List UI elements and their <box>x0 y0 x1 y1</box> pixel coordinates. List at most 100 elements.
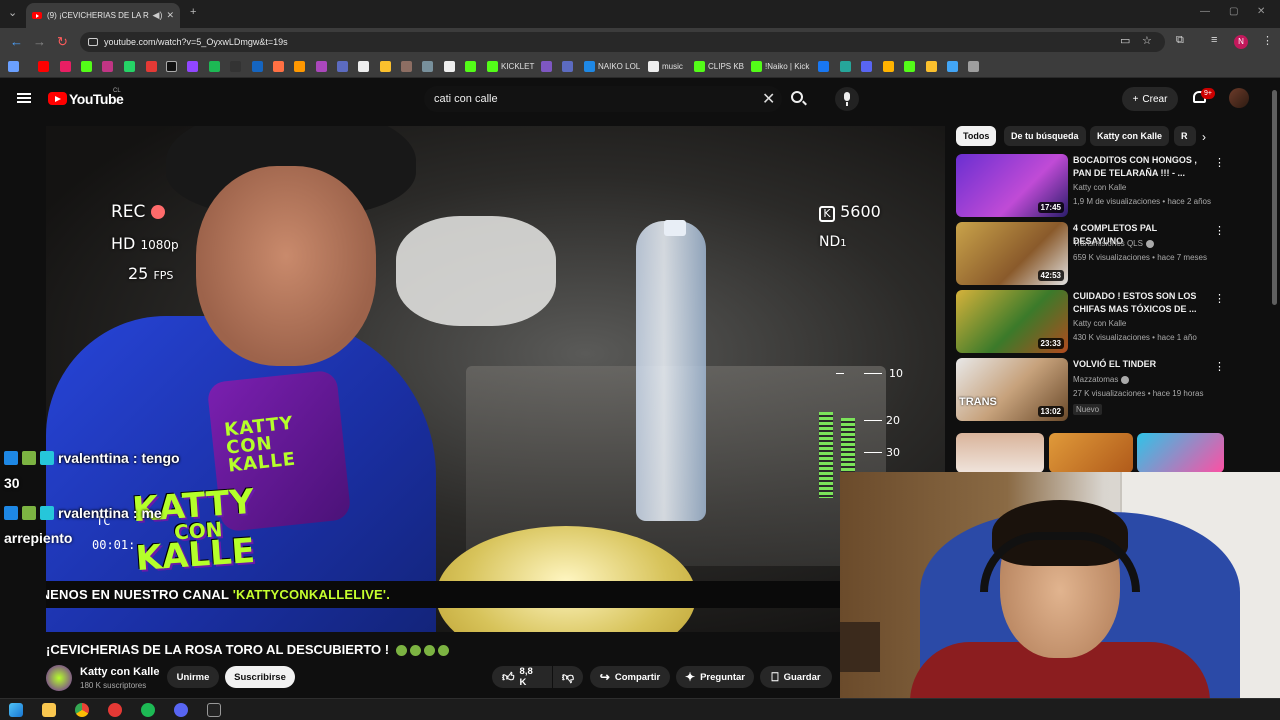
new-tab-icon[interactable]: + <box>190 6 196 18</box>
close-tab-icon[interactable]: ✕ <box>166 10 174 21</box>
youtube-logo-icon[interactable] <box>48 92 67 105</box>
bookmark-icon[interactable] <box>926 61 937 72</box>
recommendation-thumbnail[interactable]: TRANS 13:02 <box>956 358 1068 421</box>
join-button[interactable]: Unirme <box>167 666 219 688</box>
media-control-icon[interactable]: ≡ <box>1211 34 1217 46</box>
create-button[interactable]: + Crear <box>1122 87 1178 111</box>
bookmark-icon[interactable] <box>358 61 369 72</box>
bookmark-icon[interactable] <box>968 61 979 72</box>
menu-icon[interactable] <box>17 93 31 103</box>
bookmark-icon[interactable] <box>541 61 552 72</box>
discord-bookmark-icon[interactable] <box>861 61 872 72</box>
clear-search-icon[interactable]: ✕ <box>762 89 775 109</box>
extensions-icon[interactable]: ⧉ <box>1176 34 1184 47</box>
bookmark-icon[interactable] <box>883 61 894 72</box>
chrome-icon[interactable] <box>75 703 89 717</box>
facebook-bookmark-icon[interactable] <box>818 61 829 72</box>
apps-icon[interactable] <box>8 61 19 72</box>
bookmark-icon[interactable] <box>146 61 157 72</box>
tab-search-icon[interactable]: ⌄ <box>8 6 17 19</box>
bookmark-icon[interactable] <box>904 61 915 72</box>
bookmark-icon[interactable] <box>562 61 573 72</box>
spotify-icon[interactable] <box>141 703 155 717</box>
recommendation-title[interactable]: BOCADITOS CON HONGOS , PAN DE TELARAÑA !… <box>1073 154 1208 180</box>
page-scrollbar[interactable] <box>1272 90 1277 305</box>
recommendation-channel[interactable]: Katty con Kalle <box>1073 319 1126 328</box>
dislike-button[interactable]: 👎︎ <box>553 666 583 688</box>
like-button[interactable]: 👍︎ 8,8 K <box>492 666 552 688</box>
chevron-right-icon[interactable]: › <box>1202 130 1206 144</box>
kicklet-bookmark-icon[interactable] <box>487 61 498 72</box>
bookmark-icon[interactable] <box>840 61 851 72</box>
bookmark-icon[interactable] <box>294 61 305 72</box>
recommendation-thumbnail[interactable]: 23:33 <box>956 290 1068 353</box>
app-icon[interactable] <box>108 703 122 717</box>
address-bar[interactable]: youtube.com/watch?v=5_OyxwLDmgw&t=19s <box>80 32 1165 52</box>
video-player[interactable]: KATTY CON KALLE REC HD 1080p 25 FPS K 56… <box>46 126 945 632</box>
obs-icon[interactable] <box>207 703 221 717</box>
recommendation-item[interactable]: 17:45 BOCADITOS CON HONGOS , PAN DE TELA… <box>956 154 1226 217</box>
cast-icon[interactable]: ▭ <box>1120 34 1130 47</box>
back-icon[interactable]: ← <box>10 34 23 49</box>
account-avatar[interactable] <box>1229 88 1249 108</box>
x-bookmark-icon[interactable] <box>166 61 177 72</box>
ask-button[interactable]: ✦ Preguntar <box>676 666 754 688</box>
bookmark-icon[interactable] <box>422 61 433 72</box>
naiko-kick-bookmark-icon[interactable] <box>751 61 762 72</box>
close-window-icon[interactable]: ✕ <box>1257 6 1265 17</box>
bookmark-icon[interactable] <box>60 61 71 72</box>
kick-bookmark-icon[interactable] <box>81 61 92 72</box>
chip-all[interactable]: Todos <box>956 126 997 146</box>
file-explorer-icon[interactable] <box>42 703 56 717</box>
recommendation-channel[interactable]: Katty con Kalle <box>1073 183 1126 192</box>
whatsapp-bookmark-icon[interactable] <box>124 61 135 72</box>
speaker-icon[interactable]: ◀) <box>153 10 163 21</box>
more-options-icon[interactable]: ⋮ <box>1214 224 1225 237</box>
bookmark-icon[interactable] <box>252 61 263 72</box>
profile-avatar[interactable]: N <box>1234 35 1248 49</box>
spotify-bookmark-icon[interactable] <box>209 61 220 72</box>
maximize-icon[interactable]: ▢ <box>1229 6 1238 17</box>
more-options-icon[interactable]: ⋮ <box>1214 156 1225 169</box>
bookmark-icon[interactable] <box>273 61 284 72</box>
recommendation-item[interactable]: 42:53 4 COMPLETOS PAL DESAYUNO Transmisi… <box>956 222 1226 285</box>
clips-kb-bookmark-icon[interactable] <box>694 61 705 72</box>
site-info-icon[interactable] <box>88 38 98 46</box>
browser-menu-icon[interactable]: ⋮ <box>1262 34 1273 47</box>
naiko-lol-bookmark-icon[interactable] <box>584 61 595 72</box>
recommendation-title[interactable]: CUIDADO ! ESTOS SON LOS CHIFAS MAS TÓXIC… <box>1073 290 1208 316</box>
bookmark-naiko-lol[interactable]: NAIKO LOL <box>598 62 640 71</box>
bookmark-icon[interactable] <box>444 61 455 72</box>
channel-avatar[interactable] <box>46 665 72 691</box>
recommendation-channel[interactable]: Transmisiones QLS <box>1073 239 1154 248</box>
bookmark-icon[interactable] <box>947 61 958 72</box>
bookmark-star-icon[interactable]: ☆ <box>1142 34 1152 47</box>
recommendation-thumbnail[interactable]: 42:53 <box>956 222 1068 285</box>
bookmark-icon[interactable] <box>316 61 327 72</box>
save-button[interactable]: ⎕ Guardar <box>760 666 832 688</box>
shorts-thumbnail[interactable] <box>1049 433 1133 473</box>
recommendation-thumbnail[interactable]: 17:45 <box>956 154 1068 217</box>
forward-icon[interactable]: → <box>33 34 46 49</box>
reload-icon[interactable]: ↻ <box>57 34 68 50</box>
voice-search-icon[interactable] <box>835 87 859 111</box>
bookmark-icon[interactable] <box>380 61 391 72</box>
search-icon[interactable] <box>791 91 803 103</box>
bookmark-clips-kb[interactable]: CLIPS KB <box>708 62 744 71</box>
twitch-bookmark-icon[interactable] <box>187 61 198 72</box>
bookmark-kicklet[interactable]: KICKLET <box>501 62 534 71</box>
share-button[interactable]: ↪ Compartir <box>590 666 670 688</box>
recommendation-channel[interactable]: Mazzatomas <box>1073 375 1130 384</box>
chip-from-search[interactable]: De tu búsqueda <box>1004 126 1086 146</box>
youtube-bookmark-icon[interactable] <box>38 61 49 72</box>
bookmark-icon[interactable] <box>401 61 412 72</box>
more-options-icon[interactable]: ⋮ <box>1214 292 1225 305</box>
instagram-bookmark-icon[interactable] <box>102 61 113 72</box>
shorts-thumbnail[interactable] <box>956 433 1044 473</box>
more-options-icon[interactable]: ⋮ <box>1214 360 1225 373</box>
recommendation-title[interactable]: VOLVIÓ EL TINDER <box>1073 358 1208 371</box>
subscribe-button[interactable]: Suscribirse <box>225 666 295 688</box>
recommendation-item[interactable]: 23:33 CUIDADO ! ESTOS SON LOS CHIFAS MAS… <box>956 290 1226 353</box>
bookmark-icon[interactable] <box>465 61 476 72</box>
recommendation-item[interactable]: TRANS 13:02 VOLVIÓ EL TINDER Mazzatomas … <box>956 358 1226 421</box>
